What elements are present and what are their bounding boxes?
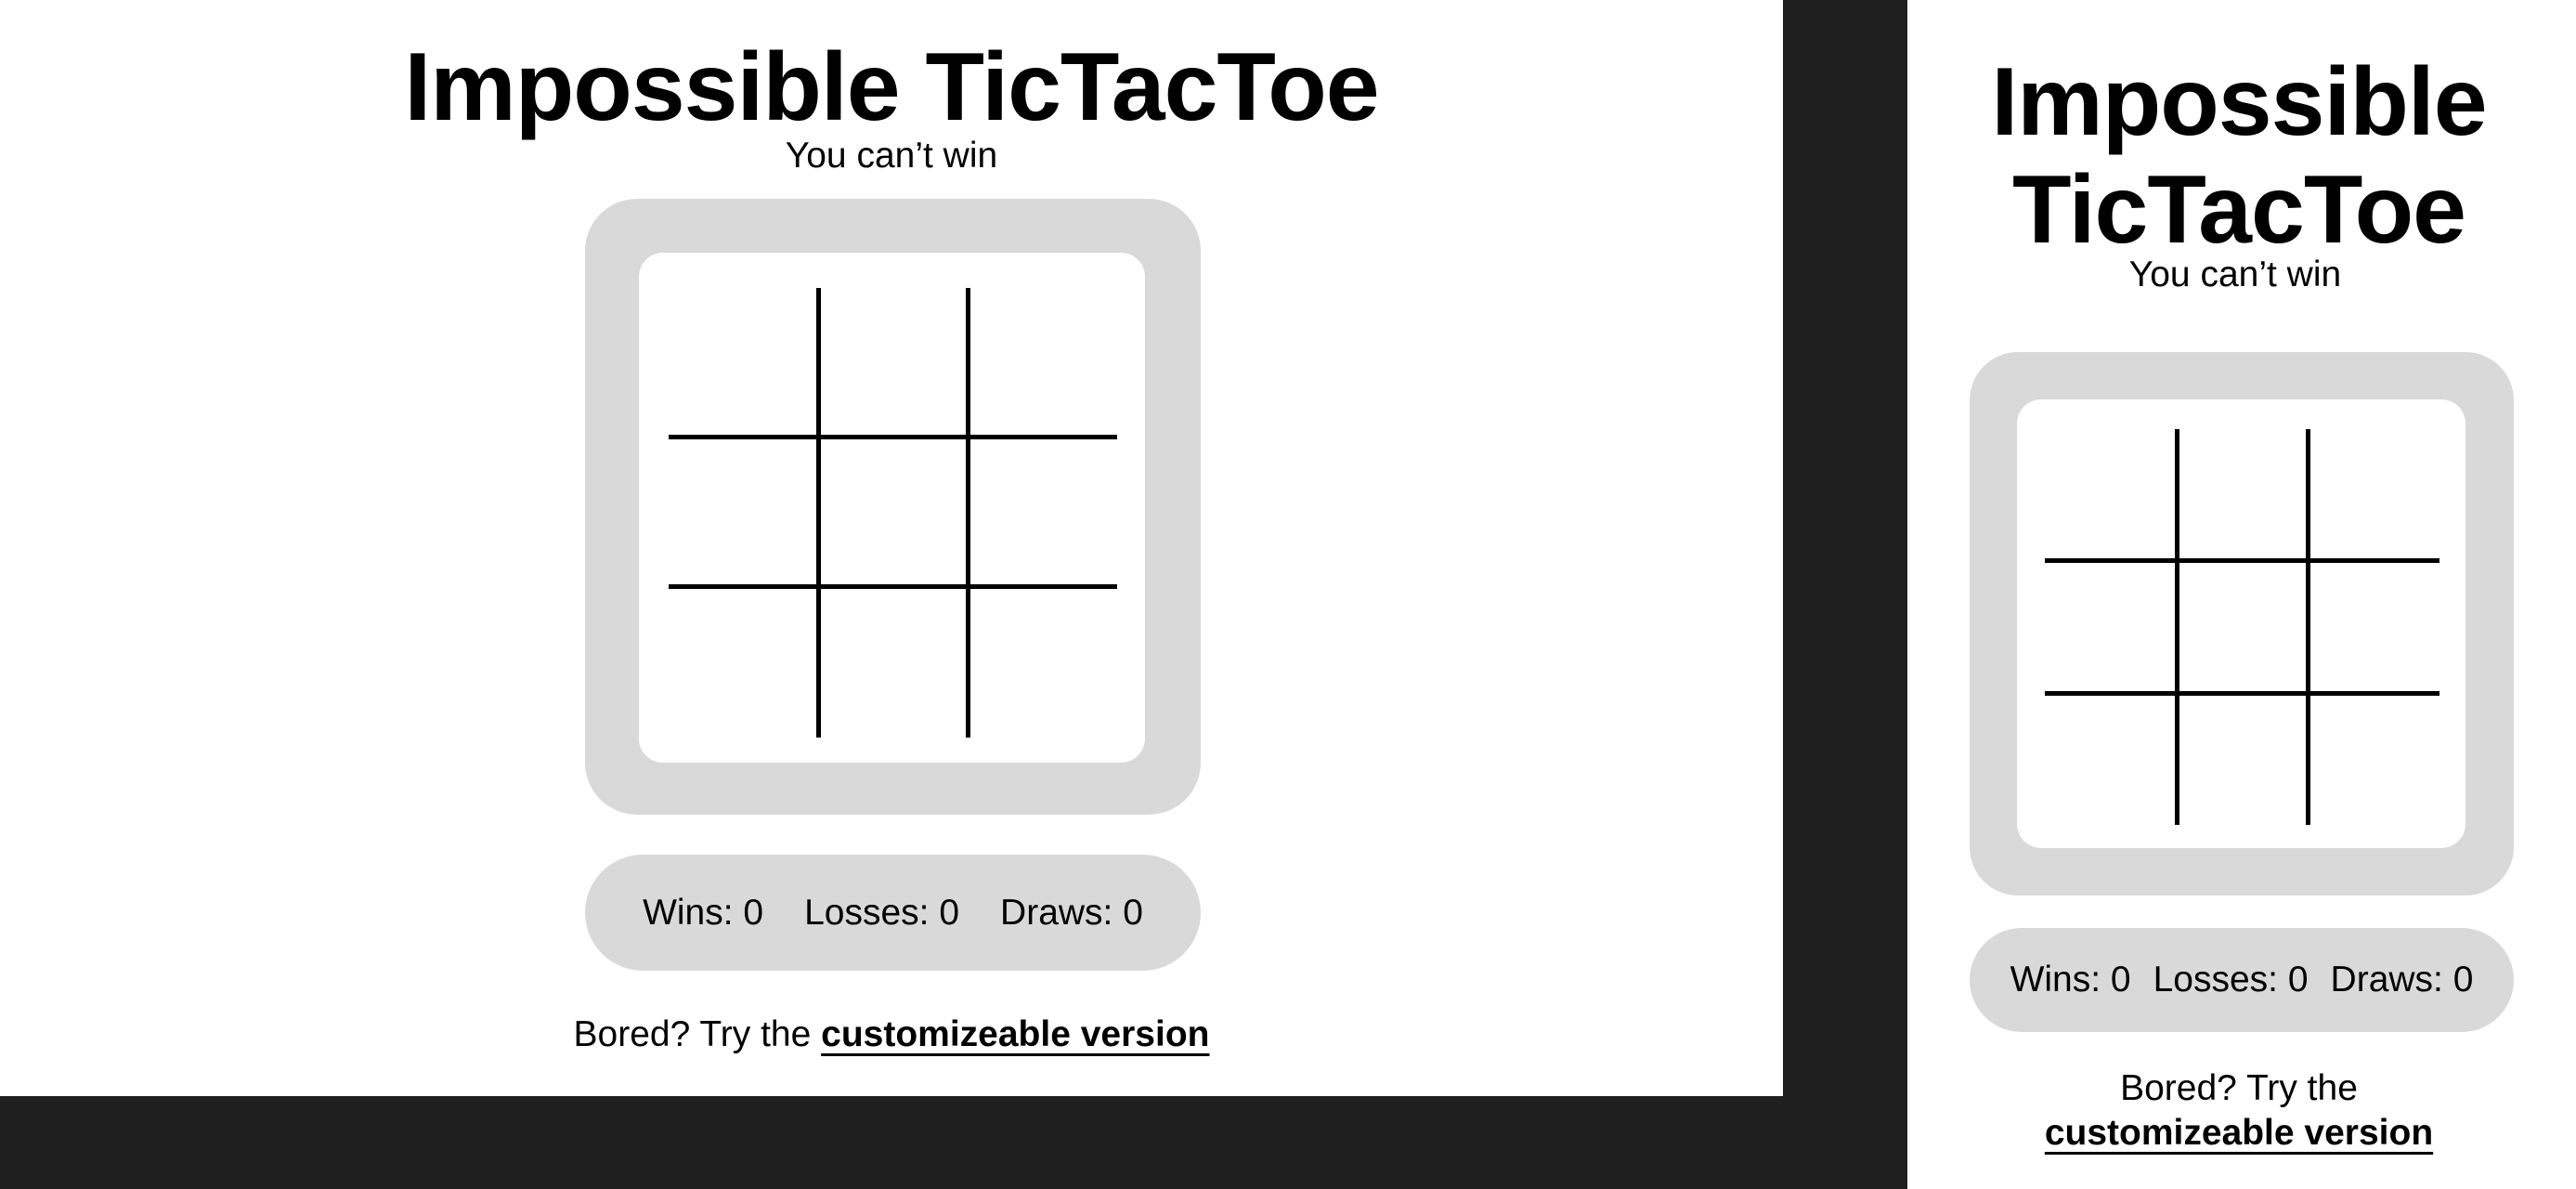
board-cell[interactable] <box>818 288 968 438</box>
page-title: Impossible TicTacToe <box>1907 48 2570 264</box>
board-cell[interactable] <box>2177 429 2309 561</box>
draws-count: Draws: 0 <box>2330 960 2474 1000</box>
wins-count: Wins: 0 <box>643 892 764 933</box>
footer-prefix: Bored? Try the <box>573 1014 812 1054</box>
wins-count: Wins: 0 <box>2010 960 2131 1000</box>
page-subtitle: You can’t win <box>785 136 998 176</box>
board-cell[interactable] <box>2177 561 2309 693</box>
customizeable-version-link[interactable]: customizeable version <box>821 1014 1209 1054</box>
board-cell[interactable] <box>669 588 818 738</box>
score-panel: Wins: 0 Losses: 0 Draws: 0 <box>585 855 1201 971</box>
board-cell[interactable] <box>2177 693 2309 825</box>
page-title-line: Impossible <box>1991 48 2487 156</box>
score-panel: Wins: 0 Losses: 0 Draws: 0 <box>1970 928 2514 1032</box>
board-cell[interactable] <box>669 288 818 438</box>
page-title-line: TicTacToe <box>2011 156 2466 264</box>
board-cell[interactable] <box>968 588 1117 738</box>
board-cell[interactable] <box>669 438 818 587</box>
board-cell[interactable] <box>2045 429 2177 561</box>
board-cell[interactable] <box>968 288 1117 438</box>
board-cell[interactable] <box>2045 561 2177 693</box>
board-cell[interactable] <box>2045 693 2177 825</box>
board-cells <box>2045 429 2439 825</box>
losses-count: Losses: 0 <box>2153 960 2309 1000</box>
page-title: Impossible TicTacToe <box>404 33 1379 141</box>
board-cell[interactable] <box>818 588 968 738</box>
customizeable-version-link[interactable]: customizeable version <box>2045 1113 2433 1153</box>
footer-text: Bored? Try the customizeable version <box>0 1014 1783 1055</box>
board-cell[interactable] <box>2308 429 2439 561</box>
footer-text: Bored? Try the customizeable version <box>1907 1066 2570 1156</box>
board-cell[interactable] <box>818 438 968 587</box>
board-cell[interactable] <box>968 438 1117 587</box>
mobile-view: Impossible TicTacToe You can’t win Wins:… <box>1907 0 2576 1189</box>
footer-prefix: Bored? Try the <box>2120 1068 2358 1108</box>
page-subtitle: You can’t win <box>2128 255 2342 294</box>
draws-count: Draws: 0 <box>1000 892 1143 933</box>
board-cell[interactable] <box>2308 693 2439 825</box>
board-cells <box>669 288 1117 738</box>
desktop-view: Impossible TicTacToe You can’t win Wins:… <box>0 0 1783 1096</box>
losses-count: Losses: 0 <box>804 892 960 933</box>
board-cell[interactable] <box>2308 561 2439 693</box>
